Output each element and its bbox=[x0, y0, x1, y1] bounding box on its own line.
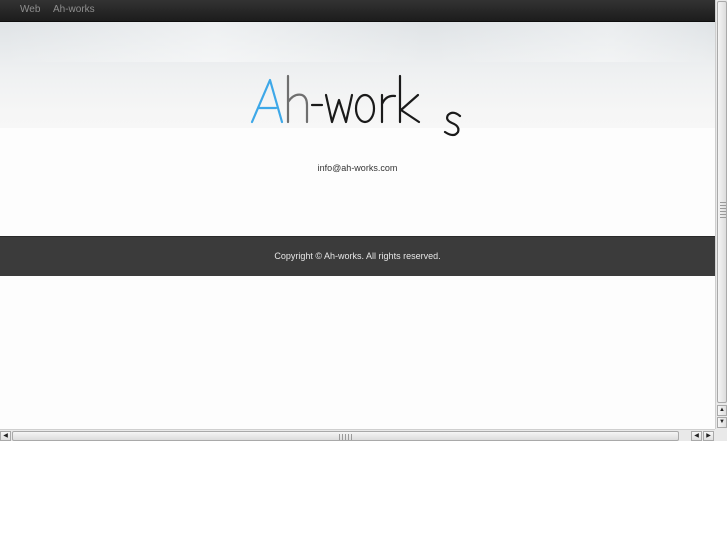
grip-icon bbox=[339, 434, 353, 440]
horizontal-scrollbar[interactable]: ◀ ◀ ▶ bbox=[0, 429, 715, 441]
arrow-up-icon[interactable]: ▲ bbox=[717, 405, 727, 416]
arrow-down-icon[interactable]: ▼ bbox=[717, 417, 727, 428]
grip-icon bbox=[720, 202, 726, 218]
page-footer: Copyright © Ah-works. All rights reserve… bbox=[0, 236, 715, 276]
contact-email[interactable]: info@ah-works.com bbox=[0, 163, 715, 173]
banner-highlight bbox=[0, 22, 715, 62]
copyright-text: Copyright © Ah-works. All rights reserve… bbox=[274, 251, 441, 261]
nav-link-ah-works[interactable]: Ah-works bbox=[53, 4, 95, 15]
ah-works-logo[interactable] bbox=[248, 70, 470, 140]
vertical-scrollbar[interactable]: ▲ ▼ bbox=[715, 0, 727, 429]
scrollbar-corner bbox=[715, 429, 727, 441]
top-navigation-bar: Web Ah-works bbox=[0, 0, 715, 22]
page-viewport: Web Ah-works info@ah-works.com Copyright… bbox=[0, 0, 715, 429]
vertical-scroll-thumb[interactable] bbox=[717, 1, 727, 403]
arrow-left-icon[interactable]: ◀ bbox=[0, 431, 11, 441]
arrow-left-icon[interactable]: ◀ bbox=[691, 431, 702, 441]
arrow-right-icon[interactable]: ▶ bbox=[703, 431, 714, 441]
horizontal-scroll-thumb[interactable] bbox=[12, 431, 679, 441]
nav-link-web[interactable]: Web bbox=[20, 4, 40, 15]
